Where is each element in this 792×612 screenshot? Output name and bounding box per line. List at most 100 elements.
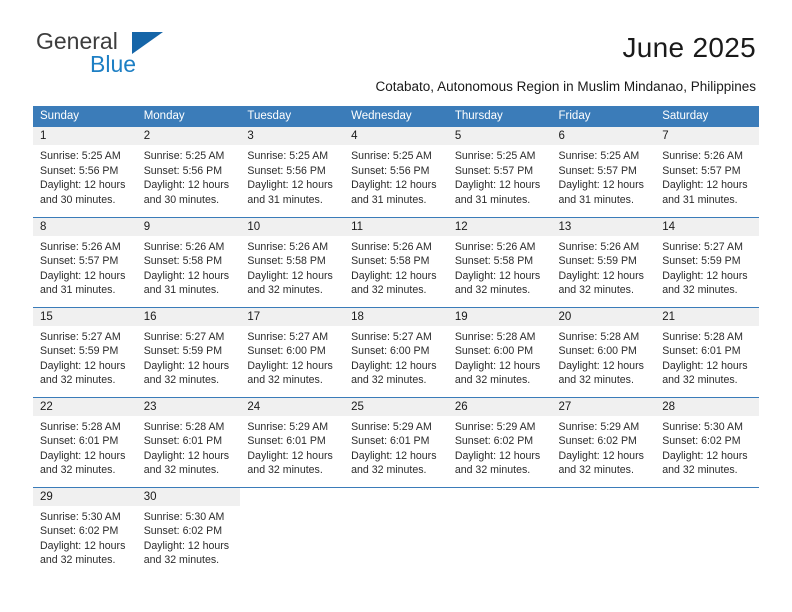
daylight-text-line2: and 32 minutes. (558, 464, 634, 477)
daylight-text-line1: Daylight: 12 hours (247, 269, 333, 282)
sunrise-text: Sunrise: 5:28 AM (40, 420, 121, 433)
weekday-header-sunday: Sunday (33, 106, 137, 127)
calendar-week-row: 15 Sunrise: 5:27 AM Sunset: 5:59 PM Dayligh… (33, 306, 759, 397)
weekday-header-saturday: Saturday (655, 106, 759, 127)
daylight-text-line1: Daylight: 12 hours (558, 179, 644, 192)
daylight-text-line2: and 32 minutes. (351, 464, 427, 477)
sunrise-text: Sunrise: 5:27 AM (351, 330, 432, 343)
day-details: Sunrise: 5:29 AM Sunset: 6:01 PM Daylight:… (240, 416, 344, 478)
date-number: 12 (447, 217, 552, 236)
sunset-text: Sunset: 5:56 PM (143, 164, 223, 177)
calendar-day-cell[interactable]: 6 Sunrise: 5:25 AM Sunset: 5:57 PM Daylight… (551, 127, 656, 217)
calendar-day-cell[interactable]: 1 Sunrise: 5:25 AM Sunset: 5:56 PM Daylight… (33, 127, 137, 217)
calendar-day-cell[interactable]: 30 Sunrise: 5:30 AM Sunset: 6:02 PM Dayligh… (136, 486, 241, 577)
calendar-day-cell[interactable]: 17 Sunrise: 5:27 AM Sunset: 6:00 PM Dayligh… (240, 306, 345, 397)
daylight-text-line1: Daylight: 12 hours (143, 359, 230, 372)
calendar-day-cell[interactable]: 4 Sunrise: 5:25 AM Sunset: 5:56 PM Daylight… (344, 127, 448, 217)
calendar-day-cell[interactable]: 18 Sunrise: 5:27 AM Sunset: 6:00 PM Dayligh… (344, 306, 448, 397)
day-details: Sunrise: 5:28 AM Sunset: 6:00 PM Daylight:… (552, 326, 656, 388)
calendar-day-cell[interactable]: 24 Sunrise: 5:29 AM Sunset: 6:01 PM Dayligh… (240, 396, 345, 487)
calendar-day-cell[interactable]: 9 Sunrise: 5:26 AM Sunset: 5:58 PM Daylight… (136, 216, 241, 307)
sunset-text: Sunset: 5:59 PM (558, 255, 637, 268)
sunrise-text: Sunrise: 5:26 AM (454, 240, 536, 253)
daylight-text-line1: Daylight: 12 hours (662, 449, 748, 462)
day-details: Sunrise: 5:25 AM Sunset: 5:56 PM Daylight:… (33, 145, 137, 207)
sunset-text: Sunset: 5:58 PM (143, 255, 223, 268)
calendar-day-cell[interactable]: 15 Sunrise: 5:27 AM Sunset: 5:59 PM Dayligh… (33, 306, 137, 397)
calendar-week-row: 8 Sunrise: 5:26 AM Sunset: 5:57 PM Daylight… (33, 216, 759, 307)
daylight-text-line2: and 31 minutes. (247, 193, 323, 206)
date-number: 2 (136, 127, 241, 145)
day-details: Sunrise: 5:30 AM Sunset: 6:02 PM Daylight:… (33, 506, 137, 568)
sunset-text: Sunset: 6:02 PM (143, 525, 223, 538)
calendar-day-cell[interactable]: 16 Sunrise: 5:27 AM Sunset: 5:59 PM Dayligh… (136, 306, 241, 397)
generalblue-logo[interactable]: General Blue (36, 30, 216, 80)
sunrise-text: Sunrise: 5:29 AM (558, 420, 640, 433)
sunset-text: Sunset: 6:01 PM (351, 435, 430, 448)
daylight-text-line1: Daylight: 12 hours (454, 359, 541, 372)
sunset-text: Sunset: 5:56 PM (247, 164, 326, 177)
calendar-day-cell[interactable]: 25 Sunrise: 5:29 AM Sunset: 6:01 PM Dayligh… (344, 396, 448, 487)
calendar-day-cell[interactable]: 3 Sunrise: 5:25 AM Sunset: 5:56 PM Daylight… (240, 127, 345, 217)
calendar-day-cell[interactable]: 20 Sunrise: 5:28 AM Sunset: 6:00 PM Dayligh… (551, 306, 656, 397)
date-number: 24 (240, 397, 345, 416)
day-details: Sunrise: 5:27 AM Sunset: 5:59 PM Daylight:… (33, 326, 137, 388)
sunrise-text: Sunrise: 5:25 AM (143, 150, 225, 162)
day-details: Sunrise: 5:25 AM Sunset: 5:56 PM Daylight:… (137, 145, 241, 207)
sunrise-text: Sunrise: 5:29 AM (351, 420, 432, 433)
date-number: 13 (551, 217, 656, 236)
sunrise-text: Sunrise: 5:26 AM (351, 240, 432, 253)
date-number: 30 (136, 487, 241, 506)
day-details: Sunrise: 5:25 AM Sunset: 5:56 PM Daylight:… (240, 145, 344, 207)
daylight-text-line1: Daylight: 12 hours (247, 179, 333, 192)
day-details: Sunrise: 5:27 AM Sunset: 6:00 PM Daylight:… (344, 326, 448, 388)
sunset-text: Sunset: 6:00 PM (558, 345, 637, 358)
calendar-day-cell[interactable]: 14 Sunrise: 5:27 AM Sunset: 5:59 PM Dayligh… (655, 216, 759, 307)
calendar-day-cell[interactable]: 10 Sunrise: 5:26 AM Sunset: 5:58 PM Dayligh… (240, 216, 345, 307)
calendar-day-cell[interactable]: 5 Sunrise: 5:25 AM Sunset: 5:57 PM Daylight… (447, 127, 552, 217)
daylight-text-line2: and 31 minutes. (351, 193, 427, 206)
sunset-text: Sunset: 6:02 PM (558, 435, 637, 448)
calendar-header-row: Sunday Monday Tuesday Wednesday Thursday Frid… (33, 106, 759, 127)
calendar-day-cell[interactable]: 26 Sunrise: 5:29 AM Sunset: 6:02 PM Dayligh… (447, 396, 552, 487)
calendar-day-cell[interactable]: 22 Sunrise: 5:28 AM Sunset: 6:01 PM Dayligh… (33, 396, 137, 487)
sunset-text: Sunset: 6:00 PM (454, 345, 534, 358)
calendar-table: Sunday Monday Tuesday Wednesday Thursday Frid… (33, 106, 759, 577)
calendar-day-cell[interactable]: 27 Sunrise: 5:29 AM Sunset: 6:02 PM Dayligh… (551, 396, 656, 487)
date-number: 9 (136, 217, 241, 236)
calendar-day-cell[interactable]: 13 Sunrise: 5:26 AM Sunset: 5:59 PM Dayligh… (551, 216, 656, 307)
calendar-day-cell[interactable]: 19 Sunrise: 5:28 AM Sunset: 6:00 PM Dayligh… (447, 306, 552, 397)
calendar-day-cell[interactable]: 12 Sunrise: 5:26 AM Sunset: 5:58 PM Dayligh… (447, 216, 552, 307)
logo-triangle-icon (132, 32, 163, 54)
calendar-cell-empty (344, 486, 448, 577)
day-details: Sunrise: 5:27 AM Sunset: 5:59 PM Daylight:… (137, 326, 241, 388)
sunrise-text: Sunrise: 5:29 AM (454, 420, 536, 433)
sunset-text: Sunset: 5:59 PM (143, 345, 223, 358)
calendar-cell-empty (240, 486, 345, 577)
day-details: Sunrise: 5:25 AM Sunset: 5:57 PM Daylight:… (448, 145, 552, 207)
day-details: Sunrise: 5:26 AM Sunset: 5:58 PM Daylight:… (344, 236, 448, 298)
daylight-text-line2: and 32 minutes. (662, 284, 738, 297)
date-number: 6 (551, 127, 656, 145)
sunrise-text: Sunrise: 5:26 AM (558, 240, 640, 253)
sunrise-text: Sunrise: 5:27 AM (662, 240, 743, 253)
calendar-day-cell[interactable]: 29 Sunrise: 5:30 AM Sunset: 6:02 PM Dayligh… (33, 486, 137, 577)
sunset-text: Sunset: 6:01 PM (143, 435, 223, 448)
sunrise-text: Sunrise: 5:25 AM (558, 150, 640, 162)
calendar-day-cell[interactable]: 28 Sunrise: 5:30 AM Sunset: 6:02 PM Dayligh… (655, 396, 759, 487)
calendar-day-cell[interactable]: 2 Sunrise: 5:25 AM Sunset: 5:56 PM Daylight… (136, 127, 241, 217)
calendar-day-cell[interactable]: 7 Sunrise: 5:26 AM Sunset: 5:57 PM Daylight… (655, 127, 759, 217)
calendar-day-cell[interactable]: 23 Sunrise: 5:28 AM Sunset: 6:01 PM Dayligh… (136, 396, 241, 487)
sunset-text: Sunset: 5:58 PM (351, 255, 430, 268)
sunset-text: Sunset: 5:56 PM (40, 164, 119, 177)
date-number-blank (655, 488, 759, 506)
sunrise-text: Sunrise: 5:30 AM (40, 510, 121, 523)
daylight-text-line2: and 32 minutes. (40, 554, 116, 567)
daylight-text-line1: Daylight: 12 hours (662, 179, 748, 192)
daylight-text-line2: and 31 minutes. (662, 193, 738, 206)
calendar-day-cell[interactable]: 8 Sunrise: 5:26 AM Sunset: 5:57 PM Daylight… (33, 216, 137, 307)
date-number-blank (240, 488, 344, 506)
calendar-day-cell[interactable]: 11 Sunrise: 5:26 AM Sunset: 5:58 PM Dayligh… (344, 216, 448, 307)
sunrise-text: Sunrise: 5:26 AM (143, 240, 225, 253)
calendar-day-cell[interactable]: 21 Sunrise: 5:28 AM Sunset: 6:01 PM Dayligh… (655, 306, 759, 397)
